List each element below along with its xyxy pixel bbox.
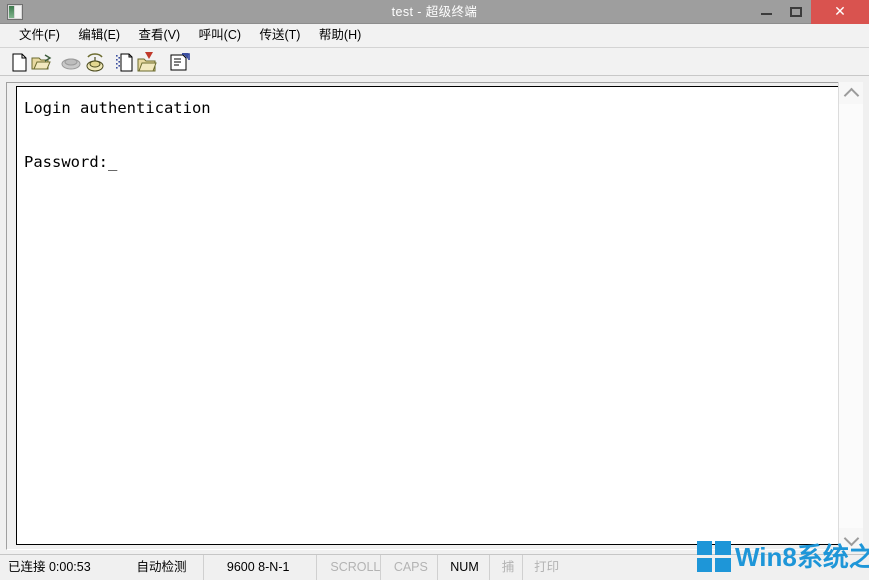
toolbar — [0, 48, 869, 76]
menu-bar: 文件(F) 编辑(E) 查看(V) 呼叫(C) 传送(T) 帮助(H) — [0, 24, 869, 48]
minimize-button[interactable] — [751, 0, 781, 24]
status-baud-rate: 9600 8-N-1 — [209, 555, 317, 580]
maximize-icon — [790, 7, 802, 17]
minimize-icon — [761, 13, 772, 15]
close-button[interactable]: ✕ — [811, 0, 869, 24]
hyperterminal-window: test - 超级终端 ✕ 文件(F) 编辑(E) 查看(V) 呼叫(C) 传送… — [0, 0, 869, 580]
new-connection-button[interactable] — [9, 52, 31, 73]
disconnect-phone-icon — [61, 58, 81, 70]
send-file-icon — [116, 53, 133, 72]
window-title: test - 超级终端 — [391, 5, 478, 19]
status-bar: 已连接 0:00:53 自动检测 9600 8-N-1 SCROLL CAPS … — [0, 554, 869, 580]
menu-file[interactable]: 文件(F) — [12, 24, 67, 47]
properties-icon — [170, 53, 190, 71]
call-button[interactable] — [84, 52, 106, 73]
scroll-up-button[interactable] — [839, 82, 863, 104]
call-phone-icon — [86, 53, 104, 72]
menu-help[interactable]: 帮助(H) — [312, 24, 368, 47]
status-scroll-lock: SCROLL — [321, 555, 382, 580]
chevron-up-icon — [843, 87, 860, 104]
close-icon: ✕ — [834, 3, 846, 19]
new-connection-icon — [12, 53, 27, 72]
open-folder-icon — [31, 54, 52, 70]
maximize-button[interactable] — [781, 0, 811, 24]
terminal-output: Login authentication Password:_ — [24, 99, 211, 171]
status-connection-time: 已连接 0:00:53 — [8, 560, 91, 574]
status-print: 打印 — [534, 560, 560, 574]
status-capture: 捕 — [495, 555, 523, 580]
status-caps-lock: CAPS — [386, 555, 438, 580]
properties-button[interactable] — [168, 52, 190, 73]
status-num-lock: NUM — [442, 555, 491, 580]
send-file-button[interactable] — [114, 52, 136, 73]
menu-transfer[interactable]: 传送(T) — [252, 24, 307, 47]
scrollbar-track[interactable] — [839, 104, 863, 528]
terminal-screen[interactable]: Login authentication Password:_ — [16, 86, 840, 545]
menu-call[interactable]: 呼叫(C) — [192, 24, 248, 47]
terminal-frame: Login authentication Password:_ — [6, 82, 863, 550]
scroll-down-button[interactable] — [839, 528, 863, 550]
vertical-scrollbar[interactable] — [838, 82, 863, 550]
status-auto-detect: 自动检测 — [130, 555, 205, 580]
open-connection-button[interactable] — [30, 52, 52, 73]
disconnect-button[interactable] — [60, 52, 82, 73]
receive-file-icon — [137, 52, 157, 72]
chevron-down-icon — [843, 530, 860, 547]
title-bar: test - 超级终端 ✕ — [0, 0, 869, 24]
menu-edit[interactable]: 编辑(E) — [71, 24, 127, 47]
menu-view[interactable]: 查看(V) — [132, 24, 188, 47]
hyperterminal-icon — [7, 4, 23, 20]
receive-file-button[interactable] — [136, 52, 158, 73]
